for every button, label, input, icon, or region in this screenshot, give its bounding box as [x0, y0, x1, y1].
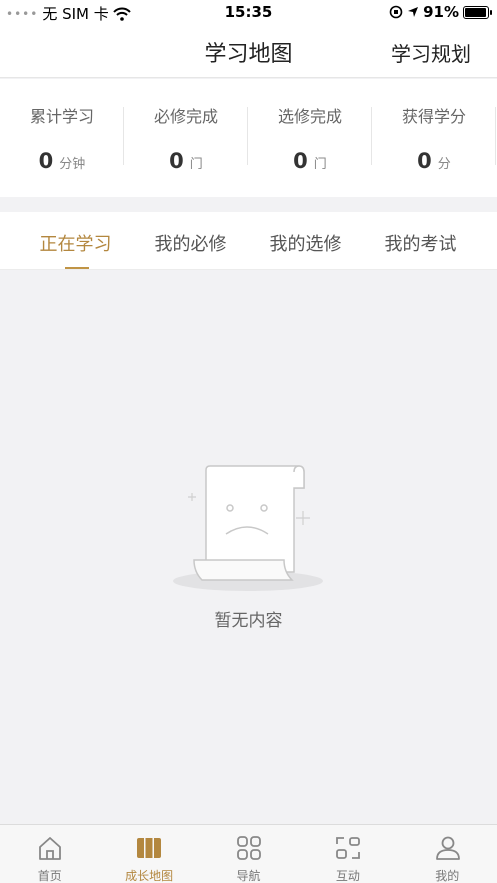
divider [495, 107, 496, 165]
empty-document-icon [173, 465, 323, 591]
user-icon [435, 836, 460, 860]
tab-label: 我的选修 [269, 234, 342, 255]
learning-plan-button[interactable]: 学习规划 [391, 38, 471, 67]
stat-value: 0 [38, 149, 54, 173]
stat-credits: 获得学分 0 分 [372, 79, 496, 197]
empty-state-text: 暂无内容 [214, 611, 283, 631]
scan-icon [336, 837, 361, 859]
tab-navigation[interactable]: 导航 [199, 825, 298, 883]
tab-my-exams[interactable]: 我的考试 [363, 212, 478, 269]
stat-label: 选修完成 [277, 107, 342, 126]
stat-total-study: 累计学习 0 分钟 [0, 79, 124, 197]
tab-my-required[interactable]: 我的必修 [133, 212, 248, 269]
map-icon [137, 838, 162, 858]
tab-label: 成长地图 [125, 869, 174, 883]
stat-label: 获得学分 [401, 107, 466, 126]
grid-icon [236, 836, 261, 860]
stat-label: 累计学习 [29, 107, 94, 126]
stats-panel: 累计学习 0 分钟 必修完成 0 门 选修完成 0 门 获得学分 0 分 [0, 79, 497, 197]
tab-label: 正在学习 [39, 234, 112, 255]
tab-label: 我的必修 [154, 234, 227, 255]
stat-value: 0 [293, 149, 308, 173]
status-bar: •••• 无 SIM 卡 15:35 91% [0, 0, 497, 26]
stat-unit: 分钟 [59, 157, 86, 172]
stat-unit: 门 [189, 157, 203, 172]
course-tabs: 正在学习 我的必修 我的选修 我的考试 [0, 212, 497, 270]
tab-home[interactable]: 首页 [0, 825, 99, 883]
active-tab-indicator [65, 267, 89, 269]
empty-state: 暂无内容 [0, 460, 497, 640]
stat-label: 必修完成 [153, 107, 218, 126]
stat-unit: 门 [313, 157, 327, 172]
tab-me[interactable]: 我的 [398, 825, 497, 883]
status-right: 91% [389, 3, 492, 21]
tab-my-elective[interactable]: 我的选修 [248, 212, 363, 269]
tab-label: 我的考试 [384, 234, 457, 255]
tab-interaction[interactable]: 互动 [298, 825, 397, 883]
stat-required-done: 必修完成 0 门 [124, 79, 248, 197]
battery-percent: 91% [423, 3, 459, 21]
orientation-lock-icon [389, 5, 403, 19]
stat-value: 0 [169, 149, 184, 173]
bottom-tab-bar: 首页 成长地图 导航 互动 我的 [0, 824, 497, 883]
tab-studying[interactable]: 正在学习 [18, 212, 133, 269]
stat-value: 0 [417, 149, 432, 173]
tab-label: 首页 [37, 869, 62, 883]
tab-growth-map[interactable]: 成长地图 [99, 825, 198, 883]
tab-label: 互动 [335, 869, 360, 883]
stat-elective-done: 选修完成 0 门 [248, 79, 372, 197]
tab-label: 我的 [435, 869, 460, 883]
location-arrow-icon [408, 7, 419, 17]
battery-icon [463, 5, 492, 19]
nav-bar: 学习地图 学习规划 [0, 26, 497, 78]
tab-label: 导航 [236, 869, 261, 883]
stat-unit: 分 [437, 157, 451, 172]
home-icon [39, 837, 61, 860]
